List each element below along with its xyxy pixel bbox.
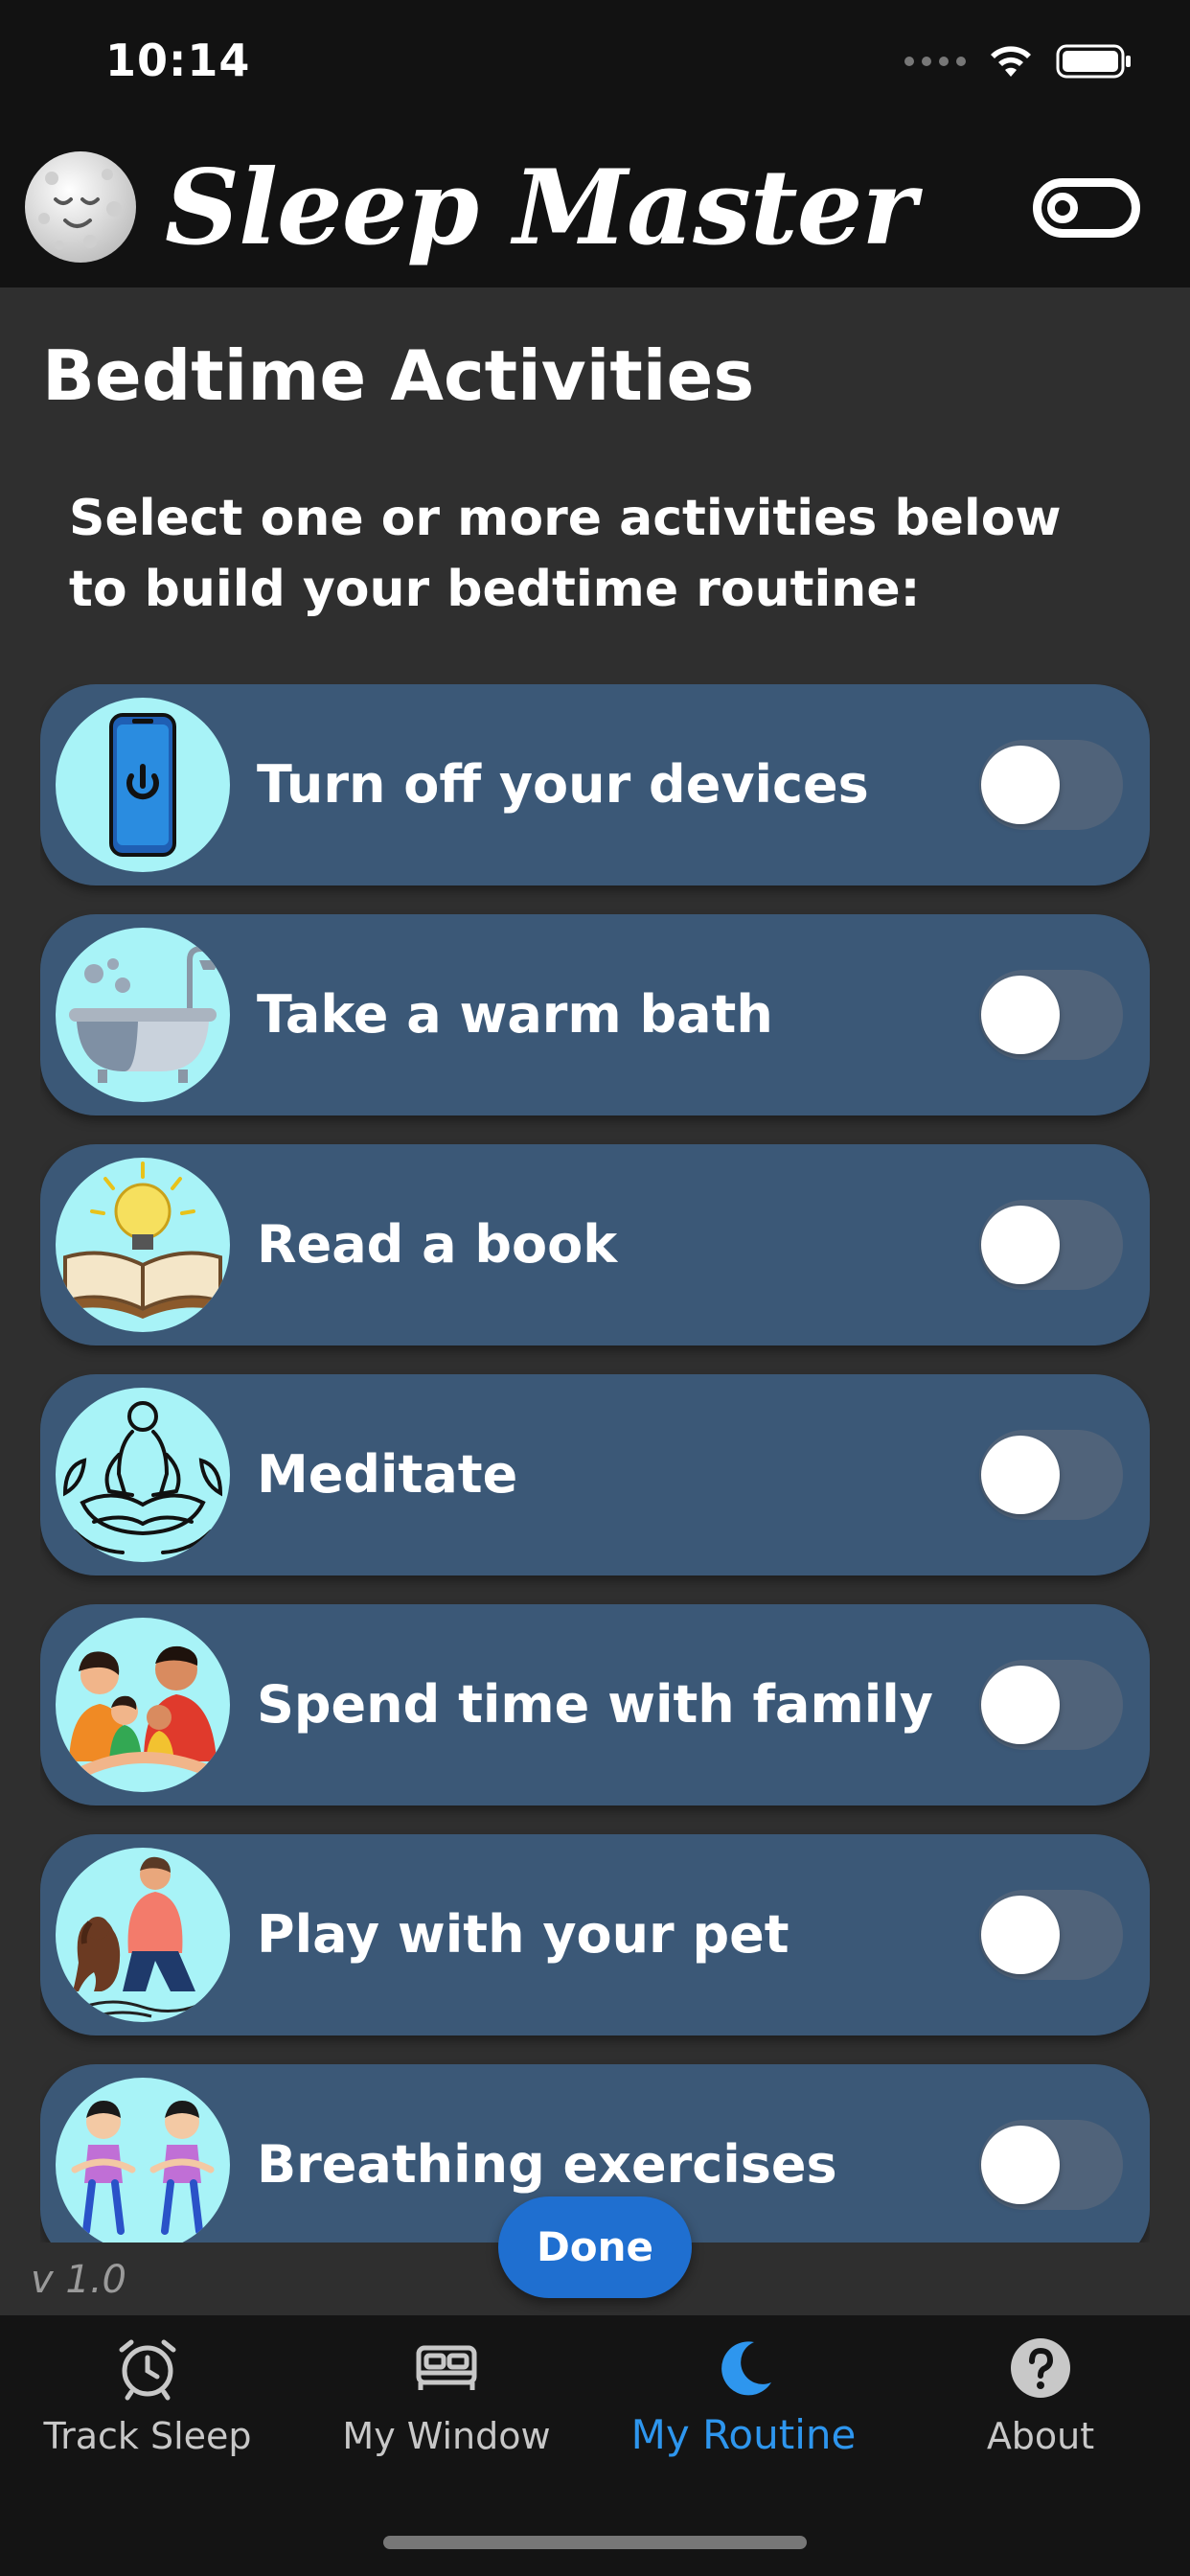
activity-card-devices[interactable]: Turn off your devices [40, 684, 1150, 886]
book-lightbulb-icon [56, 1158, 230, 1332]
bathtub-icon [56, 928, 230, 1102]
moon-logo-icon [25, 151, 136, 263]
activity-label: Read a book [257, 1214, 618, 1275]
wifi-icon [991, 46, 1031, 77]
cellular-signal-icon [904, 57, 966, 66]
family-icon [56, 1618, 230, 1792]
tab-my-window[interactable]: My Window [303, 2334, 590, 2488]
toggle-knob [981, 1436, 1060, 1514]
done-button[interactable]: Done [498, 2196, 692, 2298]
toggle-knob [981, 2126, 1060, 2204]
version-label: v 1.0 [31, 2258, 126, 2302]
moon-icon [721, 2341, 771, 2396]
meditation-icon [56, 1388, 230, 1562]
activity-toggle[interactable] [979, 1660, 1123, 1750]
activity-label: Turn off your devices [257, 754, 869, 815]
app-header: Sleep Master [0, 142, 1190, 288]
activity-toggle[interactable] [979, 970, 1123, 1060]
battery-icon [1056, 44, 1131, 79]
toggle-knob [981, 976, 1060, 1054]
tab-label: My Routine [630, 2411, 857, 2458]
bed-icon [416, 2345, 477, 2390]
activity-label: Meditate [257, 1444, 518, 1505]
pet-icon [56, 1848, 230, 2022]
tab-track-sleep[interactable]: Track Sleep [4, 2334, 291, 2488]
activity-label: Take a warm bath [257, 984, 773, 1045]
tab-about[interactable]: About [897, 2334, 1184, 2488]
activity-toggle[interactable] [979, 2120, 1123, 2210]
activity-label: Spend time with family [257, 1674, 933, 1735]
activity-card-book[interactable]: Read a book [40, 1144, 1150, 1346]
activity-label: Play with your pet [257, 1904, 790, 1965]
activity-toggle[interactable] [979, 1890, 1123, 1980]
activity-list[interactable]: Turn off your devices Take a warm bath R… [40, 684, 1150, 2242]
toggle-knob [981, 746, 1060, 824]
toggle-knob [981, 1666, 1060, 1744]
tab-label: About [986, 2415, 1095, 2457]
activity-card-meditate[interactable]: Meditate [40, 1374, 1150, 1576]
status-time: 10:14 [105, 34, 251, 86]
toggle-knob [981, 1206, 1060, 1284]
page-title: Bedtime Activities [42, 335, 755, 416]
activity-toggle[interactable] [979, 1200, 1123, 1290]
alarm-clock-icon [119, 2339, 176, 2401]
tab-my-routine[interactable]: My Routine [600, 2334, 887, 2488]
question-icon [1011, 2338, 1070, 2398]
app-title: Sleep Master [165, 148, 916, 268]
theme-toggle-knob [1047, 193, 1078, 223]
activity-card-bath[interactable]: Take a warm bath [40, 914, 1150, 1116]
status-indicators [904, 42, 1133, 80]
toggle-knob [981, 1896, 1060, 1974]
phone-power-icon [56, 698, 230, 872]
instructions-text: Select one or more activities below to b… [69, 490, 1062, 618]
activity-card-pet[interactable]: Play with your pet [40, 1834, 1150, 2036]
breathing-kids-icon [56, 2078, 230, 2242]
tab-label: Track Sleep [43, 2415, 252, 2457]
status-bar: 10:14 [0, 0, 1190, 142]
activity-toggle[interactable] [979, 740, 1123, 830]
home-indicator[interactable] [383, 2536, 807, 2549]
theme-toggle[interactable] [1033, 178, 1140, 238]
activity-toggle[interactable] [979, 1430, 1123, 1520]
tab-label: My Window [342, 2415, 551, 2457]
activity-card-family[interactable]: Spend time with family [40, 1604, 1150, 1806]
